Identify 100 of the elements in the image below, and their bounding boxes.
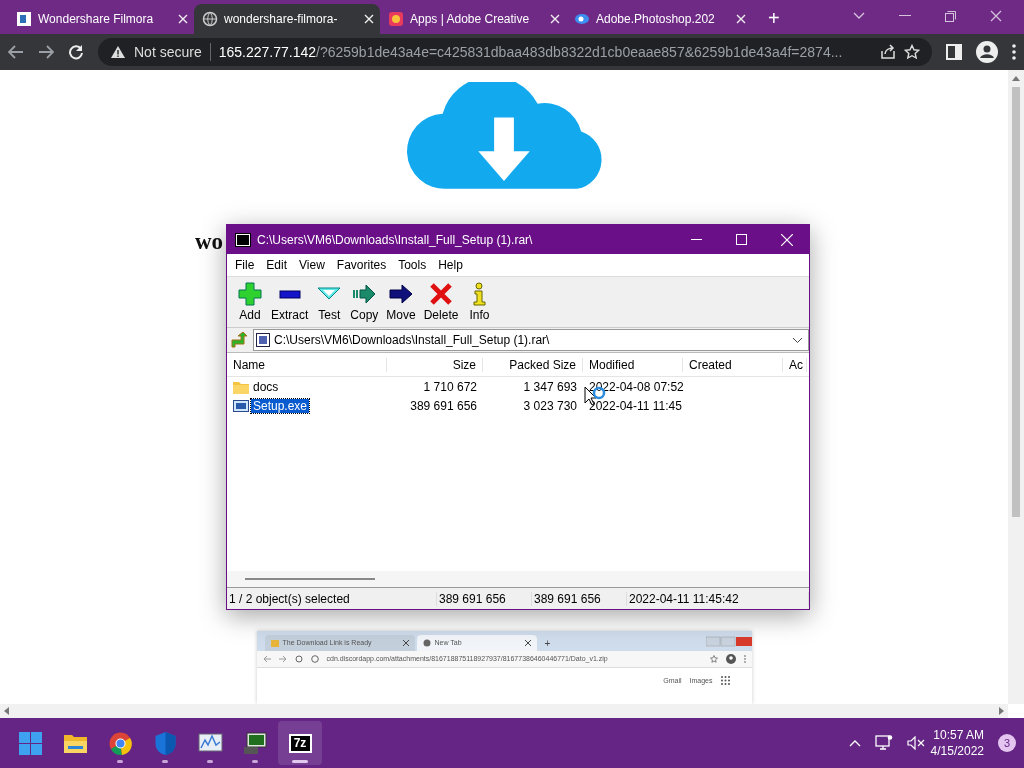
browser-tab[interactable]: Apps | Adobe Creative	[380, 4, 566, 34]
notification-badge[interactable]: 3	[998, 734, 1016, 752]
tab-search-icon[interactable]	[853, 12, 865, 20]
restore-icon[interactable]	[945, 10, 956, 22]
folder-icon	[233, 379, 249, 394]
chrome-icon	[107, 730, 133, 756]
new-tab-label: +	[543, 637, 551, 651]
forward-icon	[278, 654, 287, 663]
column-header[interactable]: Packed Size	[483, 357, 583, 372]
file-name[interactable]: Setup.exe	[251, 398, 310, 413]
clock[interactable]: 10:57 AM 4/15/2022	[930, 727, 984, 759]
globe-icon	[202, 11, 218, 27]
menu-item[interactable]: Tools	[392, 258, 433, 272]
url-text: 165.227.77.142/?6259b1de43a4e=c425831dbaa483db8322d1cb0eaae857&6259b1de43a4f=2874...	[218, 44, 844, 60]
modified-cell-text: 2022-04-08 07:52	[588, 379, 683, 394]
menu-item[interactable]: Edit	[260, 258, 294, 272]
start-icon	[17, 730, 43, 756]
scroll-left-icon[interactable]	[4, 707, 9, 715]
browser-tab[interactable]: Wondershare Filmora	[8, 4, 194, 34]
scroll-up-icon[interactable]	[1012, 76, 1020, 81]
packed-size-cell-text: 3 023 730	[522, 398, 578, 413]
reload-icon[interactable]	[68, 44, 84, 60]
site-icon	[16, 11, 32, 27]
back-icon[interactable]	[8, 45, 24, 59]
network-icon[interactable]	[874, 735, 893, 751]
packed-size-cell-text: 1 347 693	[522, 379, 578, 394]
chevron-up-icon[interactable]	[848, 739, 861, 747]
dropdown-caret-icon[interactable]	[793, 337, 802, 343]
column-header[interactable]: Ac	[783, 357, 807, 372]
close-icon	[402, 639, 409, 646]
copy-button[interactable]: Copy	[346, 277, 383, 327]
browser-tab[interactable]: wondershare-filmora-	[194, 4, 380, 34]
file-name[interactable]: docs	[251, 379, 281, 394]
size-cell-text: 389 691 656	[409, 398, 478, 413]
browser-tab[interactable]: Adobe.Photoshop.202	[566, 4, 752, 34]
path-field[interactable]: C:\Users\VM6\Downloads\Install_Full_Setup (1).rar\	[253, 329, 809, 351]
terminal-icon	[242, 730, 268, 756]
status-text: 1 / 2 object(s) selected	[227, 591, 437, 606]
profile-icon	[725, 653, 736, 664]
folder-up-icon[interactable]	[231, 332, 247, 348]
copy-icon	[352, 282, 377, 306]
archive-icon	[256, 333, 270, 347]
site-icon	[388, 11, 404, 27]
star-icon	[709, 654, 718, 663]
menu-item[interactable]: File	[229, 258, 261, 272]
status-text: 2022-04-11 11:45:42	[627, 591, 809, 606]
status-text: 389 691 656	[437, 591, 532, 606]
folder-icon	[270, 638, 279, 647]
column-header[interactable]: Size	[387, 357, 483, 372]
security-label: Not secure	[134, 44, 202, 60]
status-text: 389 691 656	[532, 591, 627, 606]
move-icon	[389, 282, 414, 306]
scroll-right-icon[interactable]	[999, 707, 1004, 715]
page-heading: wo	[195, 228, 224, 255]
menu-icon	[743, 654, 746, 663]
archiver-app-icon	[235, 232, 251, 247]
info-button[interactable]: Info	[462, 277, 497, 327]
profile-icon[interactable]	[976, 41, 998, 63]
scrollbar-thumb[interactable]	[245, 578, 375, 580]
column-header[interactable]: Name	[227, 357, 387, 372]
share-icon[interactable]	[880, 44, 896, 60]
minimize-icon[interactable]	[899, 15, 911, 17]
site-icon	[574, 11, 590, 27]
close-icon	[524, 639, 531, 646]
delete-button[interactable]: Delete	[419, 277, 463, 327]
info-icon	[310, 654, 319, 663]
column-header[interactable]: Modified	[583, 357, 683, 372]
delete-icon	[429, 282, 454, 306]
menu-icon[interactable]	[1012, 44, 1016, 60]
add-icon	[238, 282, 262, 306]
menu-item[interactable]: Help	[432, 258, 469, 272]
modified-cell-text: 2022-04-11 11:45	[588, 398, 683, 413]
app-icon-label: 7z	[293, 736, 307, 750]
extract-button[interactable]: Extract	[267, 277, 313, 327]
window-controls-icon	[705, 634, 752, 647]
size-cell-text: 1 710 672	[422, 379, 478, 394]
star-icon[interactable]	[904, 44, 920, 60]
side-panel-icon[interactable]	[946, 44, 962, 60]
column-header[interactable]: Created	[683, 357, 783, 372]
reload-icon	[294, 654, 303, 663]
cloud-download-icon	[406, 82, 602, 191]
close-icon[interactable]	[990, 10, 1002, 22]
file-icon	[233, 398, 249, 413]
apps-grid-icon	[720, 675, 730, 685]
address-bar[interactable]: Not secure 165.227.77.142/?6259b1de43a4e=c425831dbaa483db8322d1cb0eaae857&6259b1de43a4f=2874...	[98, 38, 932, 66]
maximize-icon[interactable]	[736, 234, 747, 245]
speaker-muted-icon[interactable]	[906, 736, 925, 750]
menu-item[interactable]: View	[293, 258, 331, 272]
window-title: C:\Users\VM6\Downloads\Install_Full_Setup (1).rar\	[257, 232, 534, 247]
warning-icon	[110, 45, 126, 59]
new-tab-button[interactable]: +	[762, 7, 786, 30]
move-button[interactable]: Move	[382, 277, 420, 327]
test-button[interactable]: Test	[312, 277, 347, 327]
scrollbar-thumb[interactable]	[1012, 87, 1020, 517]
menu-item[interactable]: Favorites	[330, 258, 393, 272]
add-button[interactable]: Add	[233, 277, 267, 327]
forward-icon[interactable]	[38, 45, 54, 59]
taskbar-app[interactable]: 7z	[278, 721, 322, 765]
globe-icon	[422, 638, 431, 647]
back-icon	[262, 654, 271, 663]
